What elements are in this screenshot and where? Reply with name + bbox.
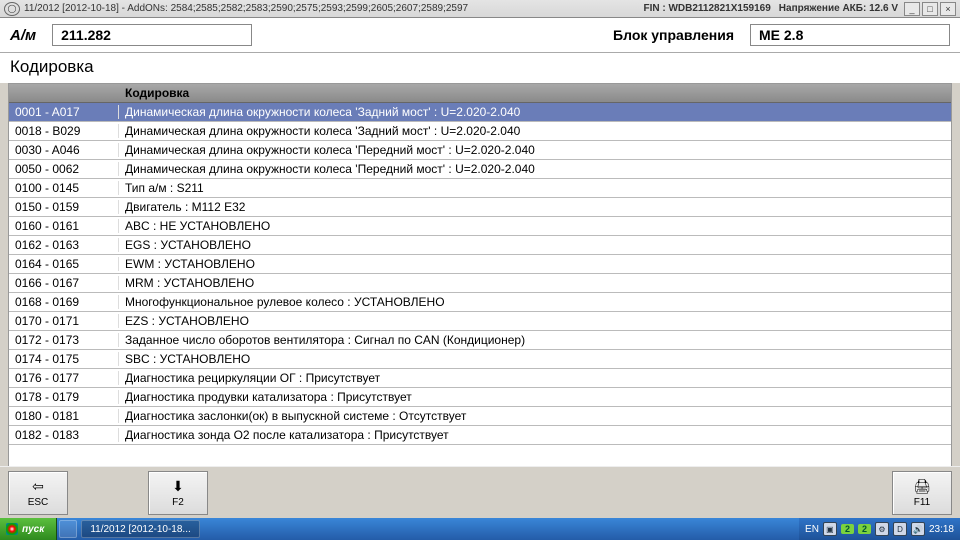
ecu-label: Блок управления [613,27,734,43]
row-code: 0166 - 0167 [9,276,119,290]
row-code: 0030 - A046 [9,143,119,157]
vehicle-label: А/м [10,27,36,44]
row-desc: ABC : НЕ УСТАНОВЛЕНО [119,219,951,233]
table-row[interactable]: 0180 - 0181Диагностика заслонки(ок) в вы… [9,407,951,426]
table-row[interactable]: 0178 - 0179Диагностика продувки катализа… [9,388,951,407]
row-desc: Диагностика зонда O2 после катализатора … [119,428,951,442]
row-code: 0170 - 0171 [9,314,119,328]
row-desc: Динамическая длина окружности колеса 'Пе… [119,143,951,157]
row-desc: Тип а/м : S211 [119,181,951,195]
table-row[interactable]: 0182 - 0183Диагностика зонда O2 после ка… [9,426,951,445]
minimize-button[interactable]: _ [904,2,920,16]
down-arrow-icon: ⬇ [172,478,184,495]
table-row[interactable]: 0030 - A046Динамическая длина окружности… [9,141,951,160]
row-desc: MRM : УСТАНОВЛЕНО [119,276,951,290]
tray-icon[interactable]: ⚙ [875,522,889,536]
maximize-button[interactable]: □ [922,2,938,16]
row-code: 0172 - 0173 [9,333,119,347]
voltage-label: Напряжение АКБ: 12.6 V [779,3,898,14]
row-desc: Двигатель : M112 E32 [119,200,951,214]
close-button[interactable]: × [940,2,956,16]
back-icon: ⇦ [32,478,44,495]
row-code: 0182 - 0183 [9,428,119,442]
tray-icon[interactable]: ▣ [823,522,837,536]
row-code: 0164 - 0165 [9,257,119,271]
row-code: 0168 - 0169 [9,295,119,309]
row-desc: Заданное число оборотов вентилятора : Си… [119,333,951,347]
tray-icon[interactable]: D [893,522,907,536]
printer-icon: 🖨 [913,478,931,495]
col-code-header [9,84,119,102]
table-row[interactable]: 0170 - 0171EZS : УСТАНОВЛЕНО [9,312,951,331]
table-row[interactable]: 0174 - 0175SBC : УСТАНОВЛЕНО [9,350,951,369]
row-desc: EZS : УСТАНОВЛЕНО [119,314,951,328]
row-desc: Диагностика продувки катализатора : Прис… [119,390,951,404]
taskbar-item-app[interactable]: 11/2012 [2012-10-18... [81,520,199,538]
row-desc: Многофункциональное рулевое колесо : УСТ… [119,295,951,309]
fin-label: FIN : WDB2112821X159169 [643,3,770,14]
vehicle-field[interactable]: 211.282 [52,24,252,46]
row-code: 0050 - 0062 [9,162,119,176]
table-row[interactable]: 0150 - 0159Двигатель : M112 E32 [9,198,951,217]
row-desc: Динамическая длина окружности колеса 'За… [119,124,951,138]
row-code: 0176 - 0177 [9,371,119,385]
row-code: 0018 - B029 [9,124,119,138]
table-header: Кодировка [9,84,951,103]
windows-taskbar: пуск 11/2012 [2012-10-18... EN ▣ 2 2 ⚙ D… [0,518,960,540]
table-row[interactable]: 0001 - A017Динамическая длина окружности… [9,103,951,122]
taskbar-clock[interactable]: 23:18 [929,524,954,535]
table-row[interactable]: 0100 - 0145Тип а/м : S211 [9,179,951,198]
table-row[interactable]: 0168 - 0169Многофункциональное рулевое к… [9,293,951,312]
row-desc: SBC : УСТАНОВЛЕНО [119,352,951,366]
header-bar: А/м 211.282 Блок управления ME 2.8 [0,18,960,53]
function-key-bar: ⇦ ESC ⬇ F2 🖨 F11 [0,466,960,518]
table-row[interactable]: 0176 - 0177Диагностика рециркуляции ОГ :… [9,369,951,388]
system-tray: EN ▣ 2 2 ⚙ D 🔊 23:18 [799,518,960,540]
row-desc: EWM : УСТАНОВЛЕНО [119,257,951,271]
f2-button[interactable]: ⬇ F2 [148,471,208,515]
table-row[interactable]: 0164 - 0165EWM : УСТАНОВЛЕНО [9,255,951,274]
table-row[interactable]: 0160 - 0161ABC : НЕ УСТАНОВЛЕНО [9,217,951,236]
row-code: 0100 - 0145 [9,181,119,195]
f11-button[interactable]: 🖨 F11 [892,471,952,515]
row-code: 0180 - 0181 [9,409,119,423]
page-title: Кодировка [0,53,960,83]
row-code: 0162 - 0163 [9,238,119,252]
title-version: 11/2012 [2012-10-18] - AddONs: 2584;2585… [24,3,643,14]
table-row[interactable]: 0172 - 0173Заданное число оборотов венти… [9,331,951,350]
coding-table: Кодировка 0001 - A017Динамическая длина … [8,83,952,473]
table-row[interactable]: 0166 - 0167MRM : УСТАНОВЛЕНО [9,274,951,293]
windows-logo-icon [6,523,18,535]
table-row[interactable]: 0162 - 0163EGS : УСТАНОВЛЕНО [9,236,951,255]
row-code: 0001 - A017 [9,105,119,119]
table-row[interactable]: 0018 - B029Динамическая длина окружности… [9,122,951,141]
tray-icon[interactable]: 🔊 [911,522,925,536]
row-desc: EGS : УСТАНОВЛЕНО [119,238,951,252]
esc-button[interactable]: ⇦ ESC [8,471,68,515]
window-titlebar: ◯ 11/2012 [2012-10-18] - AddONs: 2584;25… [0,0,960,18]
row-desc: Диагностика заслонки(ок) в выпускной сис… [119,409,951,423]
row-code: 0150 - 0159 [9,200,119,214]
row-code: 0178 - 0179 [9,390,119,404]
tray-badge[interactable]: 2 [841,524,854,534]
language-indicator[interactable]: EN [805,524,819,535]
table-row[interactable]: 0050 - 0062Динамическая длина окружности… [9,160,951,179]
col-desc-header: Кодировка [119,84,951,102]
row-code: 0174 - 0175 [9,352,119,366]
row-desc: Динамическая длина окружности колеса 'За… [119,105,951,119]
app-logo-icon: ◯ [4,2,20,16]
row-desc: Динамическая длина окружности колеса 'Пе… [119,162,951,176]
tray-badge[interactable]: 2 [858,524,871,534]
ecu-field[interactable]: ME 2.8 [750,24,950,46]
row-code: 0160 - 0161 [9,219,119,233]
taskbar-item[interactable] [59,520,77,538]
start-button[interactable]: пуск [0,518,57,540]
row-desc: Диагностика рециркуляции ОГ : Присутству… [119,371,951,385]
